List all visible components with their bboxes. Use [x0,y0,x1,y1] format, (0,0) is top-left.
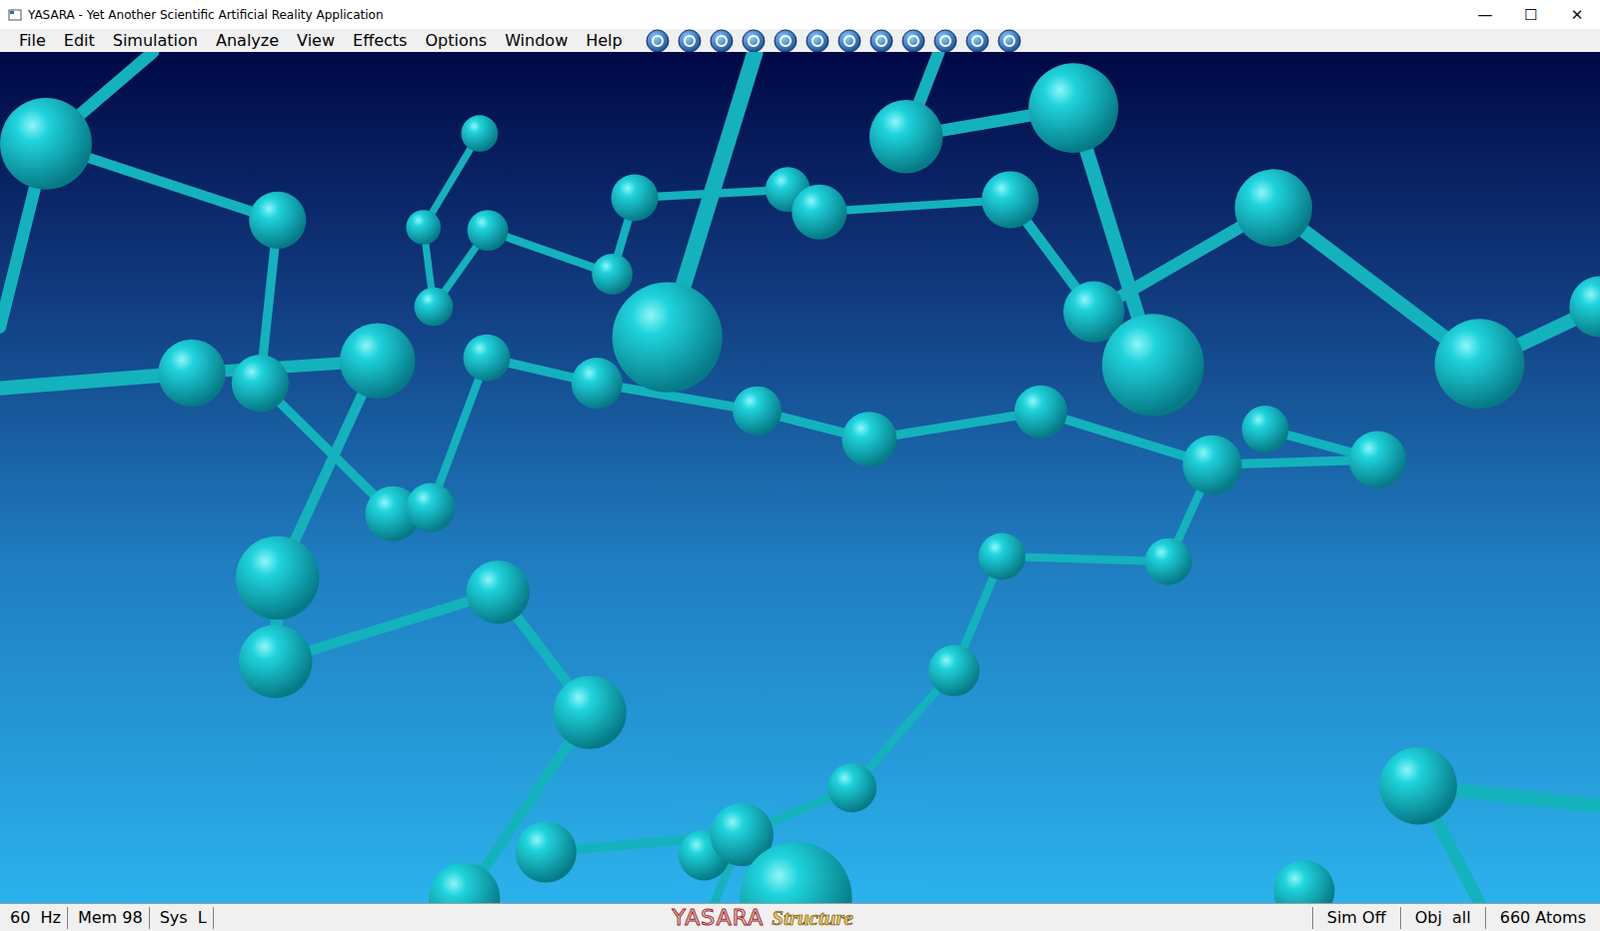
atom[interactable] [414,287,454,327]
atom[interactable] [248,191,306,249]
toolbar-button-icon[interactable] [805,28,830,53]
atom[interactable] [791,184,847,240]
menu-item[interactable]: View [287,30,344,50]
atom[interactable] [869,99,944,173]
window-control[interactable]: ☐ [1508,0,1555,29]
atom[interactable] [405,483,455,533]
atom[interactable] [1349,431,1407,489]
menu-item[interactable]: Simulation [103,30,207,50]
atom[interactable] [1379,747,1458,826]
atom[interactable] [612,282,723,393]
atom[interactable] [157,339,225,407]
menu-item[interactable]: Edit [54,30,104,50]
atom[interactable] [1102,313,1205,416]
atom[interactable] [1028,62,1119,153]
toolbar-button-icon[interactable] [709,28,734,53]
molecule-viewport[interactable] [0,51,1600,904]
title-bar: YASARA - Yet Another Scientific Artifici… [0,0,1600,29]
toolbar [645,28,1022,53]
status-field: Mem 98 [67,907,150,930]
atom[interactable] [611,173,659,221]
toolbar-button-icon[interactable] [645,28,670,53]
yasara-window: YASARA - Yet Another Scientific Artifici… [0,0,1600,931]
status-field: 60 Hz [0,907,68,930]
atom[interactable] [981,170,1039,228]
atom[interactable] [0,97,92,190]
menu-item[interactable]: Analyze [206,30,288,50]
atom[interactable] [732,386,782,436]
atom[interactable] [1145,538,1193,586]
atom[interactable] [463,334,511,382]
atom[interactable] [1435,318,1526,409]
yasara-logo: YASARAStructure [213,905,1313,931]
molecule-scene[interactable] [0,51,1600,904]
toolbar-button-icon[interactable] [773,28,798,53]
toolbar-button-icon[interactable] [677,28,702,53]
menu-item[interactable]: File [9,30,55,50]
toolbar-button-icon[interactable] [837,28,862,53]
atom[interactable] [1242,405,1290,453]
status-field: Sys L [149,907,214,930]
atom[interactable] [928,645,980,697]
atom[interactable] [515,821,577,883]
atom[interactable] [1273,860,1335,904]
menu-item[interactable]: Window [495,30,577,50]
atom[interactable] [1569,275,1600,337]
atom[interactable] [405,209,441,245]
toolbar-button-icon[interactable] [901,28,926,53]
bond [819,199,1011,212]
atom[interactable] [428,862,500,904]
status-field: Obj all [1400,907,1486,930]
atom[interactable] [1234,168,1313,247]
window-control[interactable]: ✕ [1554,0,1600,29]
bond [1002,556,1169,562]
atom[interactable] [1182,435,1242,495]
atom[interactable] [238,624,313,698]
toolbar-button-icon[interactable] [869,28,894,53]
atom[interactable] [841,411,897,467]
menu-item[interactable]: Effects [343,30,416,50]
status-bar: 60 HzMem 98Sys LYASARAStructureSim OffOb… [0,903,1600,931]
window-title: YASARA - Yet Another Scientific Artifici… [27,7,1463,22]
window-control[interactable]: — [1462,0,1509,29]
atom[interactable] [235,536,320,621]
toolbar-button-icon[interactable] [933,28,958,53]
toolbar-button-icon[interactable] [741,28,766,53]
atom[interactable] [827,763,877,813]
atom[interactable] [461,114,499,152]
status-field: Sim Off [1312,907,1401,930]
menu-bar: FileEditSimulationAnalyzeViewEffectsOpti… [0,28,1600,52]
toolbar-button-icon[interactable] [965,28,990,53]
atom[interactable] [552,675,627,749]
atom[interactable] [339,322,416,399]
toolbar-button-icon[interactable] [997,28,1022,53]
atom[interactable] [467,209,509,251]
atom[interactable] [231,354,289,412]
status-field: 660 Atoms [1485,907,1600,930]
app-icon [7,7,22,22]
atom[interactable] [591,253,633,295]
logo-edition: Structure [771,906,854,931]
atom[interactable] [571,357,623,409]
atom[interactable] [978,533,1026,581]
atom[interactable] [739,842,852,904]
logo-name: YASARA [672,905,765,931]
menu-item[interactable]: Help [576,30,631,50]
menu-item[interactable]: Options [415,30,496,50]
atom[interactable] [466,560,530,624]
atom[interactable] [1014,385,1068,439]
